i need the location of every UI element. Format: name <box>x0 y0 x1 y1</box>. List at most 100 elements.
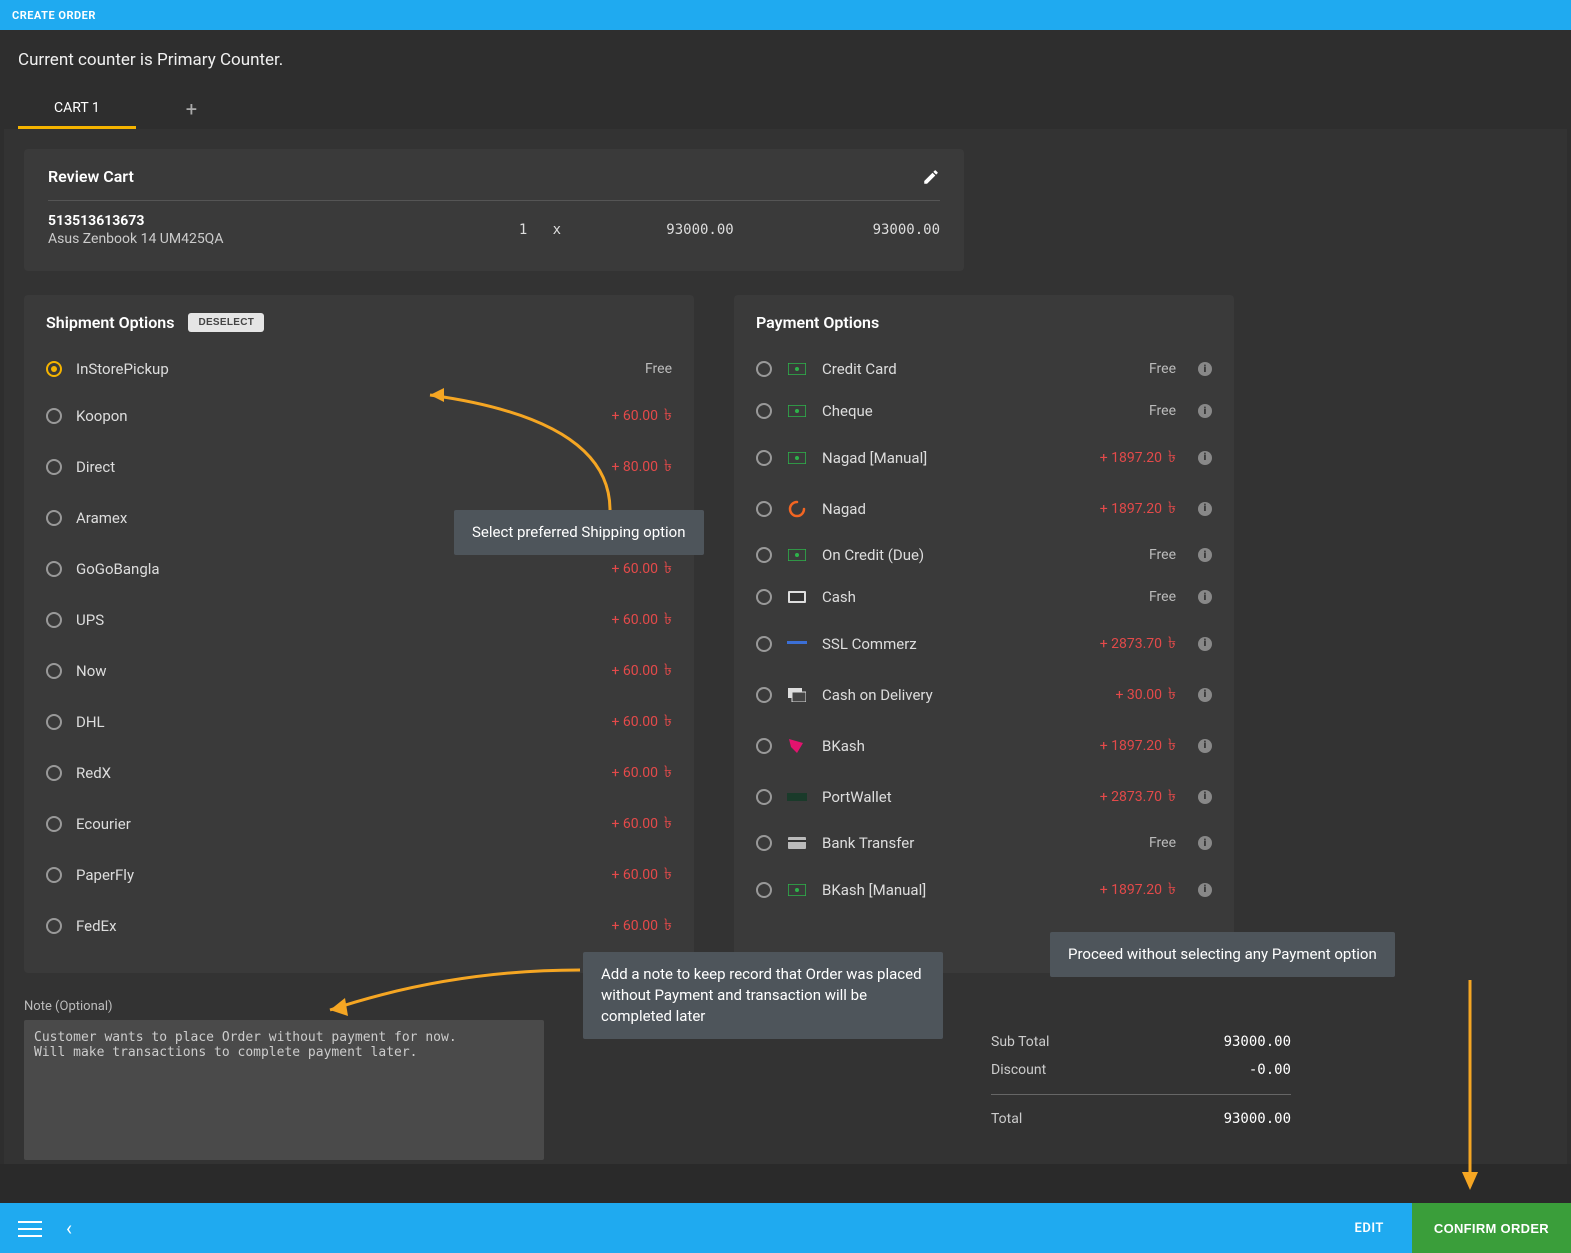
radio-icon[interactable] <box>756 835 772 851</box>
radio-icon[interactable] <box>46 361 62 377</box>
shipment-option[interactable]: Ecourier+ 60.00 ৳ <box>46 798 672 849</box>
cart-line-item: 513513613673 Asus Zenbook 14 UM425QA 1 x… <box>48 213 940 247</box>
counter-info: Current counter is Primary Counter. <box>0 30 1571 88</box>
subtotal-label: Sub Total <box>991 1034 1049 1050</box>
top-bar: CREATE ORDER <box>0 0 1571 30</box>
info-icon[interactable]: i <box>1198 739 1212 753</box>
cart-item-name: Asus Zenbook 14 UM425QA <box>48 231 470 247</box>
shipment-option-label: UPS <box>76 611 597 629</box>
shipment-option[interactable]: Direct+ 80.00 ৳ <box>46 441 672 492</box>
radio-icon[interactable] <box>756 589 772 605</box>
tooltip-confirm: Proceed without selecting any Payment op… <box>1050 932 1395 977</box>
payment-option[interactable]: BKash [Manual] + 1897.20 ৳ i <box>756 864 1212 915</box>
radio-icon[interactable] <box>46 816 62 832</box>
payment-option[interactable]: BKash+ 1897.20 ৳i <box>756 720 1212 771</box>
info-icon[interactable]: i <box>1198 548 1212 562</box>
radio-icon[interactable] <box>756 403 772 419</box>
totals-panel: Sub Total93000.00 Discount-0.00 Total930… <box>991 1028 1291 1133</box>
info-icon[interactable]: i <box>1198 451 1212 465</box>
hamburger-menu-icon[interactable] <box>18 1216 42 1240</box>
shipment-option-label: GoGoBangla <box>76 560 597 578</box>
radio-icon[interactable] <box>756 738 772 754</box>
card-icon <box>786 402 808 420</box>
add-tab-button[interactable]: + <box>186 97 197 121</box>
radio-icon[interactable] <box>46 918 62 934</box>
radio-icon[interactable] <box>46 561 62 577</box>
shipment-option-price: + 80.00 ৳ <box>611 453 672 480</box>
payment-option[interactable]: CashFreei <box>756 576 1212 618</box>
radio-icon[interactable] <box>756 547 772 563</box>
payment-option-price: Free <box>1149 403 1176 419</box>
cash-icon <box>786 588 808 606</box>
shipment-option[interactable]: Koopon+ 60.00 ৳ <box>46 390 672 441</box>
payment-option-price: Free <box>1149 547 1176 563</box>
shipment-option[interactable]: InStorePickupFree <box>46 348 672 390</box>
radio-icon[interactable] <box>756 789 772 805</box>
radio-icon[interactable] <box>46 459 62 475</box>
radio-icon[interactable] <box>756 882 772 898</box>
payment-option[interactable]: ChequeFreei <box>756 390 1212 432</box>
shipment-option[interactable]: DHL+ 60.00 ৳ <box>46 696 672 747</box>
info-icon[interactable]: i <box>1198 836 1212 850</box>
payment-option-label: BKash [Manual] <box>822 881 1086 899</box>
back-chevron-icon[interactable]: ‹ <box>66 1216 72 1240</box>
radio-icon[interactable] <box>756 501 772 517</box>
payment-option-label: Nagad <box>822 500 1086 518</box>
payment-option-label: Cash <box>822 588 1135 606</box>
payment-option[interactable]: Nagad [Manual] + 1897.20 ৳ i <box>756 432 1212 483</box>
discount-value: -0.00 <box>1249 1062 1291 1078</box>
payment-option-price: + 1897.20 ৳ <box>1100 444 1176 471</box>
payment-option-label: On Credit (Due) <box>822 546 1135 564</box>
edit-icon[interactable] <box>922 168 940 186</box>
shipment-option[interactable]: UPS + 60.00 ৳ <box>46 594 672 645</box>
payment-option-price: + 1897.20 ৳ <box>1100 876 1176 903</box>
shipment-option-price: + 60.00 ৳ <box>611 606 672 633</box>
shipment-option[interactable]: PaperFly+ 60.00 ৳ <box>46 849 672 900</box>
radio-icon[interactable] <box>46 612 62 628</box>
payment-option[interactable]: Cash on Delivery+ 30.00 ৳i <box>756 669 1212 720</box>
payment-option[interactable]: On Credit (Due) Free i <box>756 534 1212 576</box>
info-icon[interactable]: i <box>1198 404 1212 418</box>
info-icon[interactable]: i <box>1198 790 1212 804</box>
confirm-order-button[interactable]: CONFIRM ORDER <box>1412 1203 1571 1253</box>
info-icon[interactable]: i <box>1198 362 1212 376</box>
card-icon <box>786 449 808 467</box>
info-icon[interactable]: i <box>1198 502 1212 516</box>
shipment-option-label: Ecourier <box>76 815 597 833</box>
radio-icon[interactable] <box>46 663 62 679</box>
shipment-option[interactable]: RedX+ 60.00 ৳ <box>46 747 672 798</box>
payment-option[interactable]: Credit CardFreei <box>756 348 1212 390</box>
payment-option-price: + 2873.70 ৳ <box>1100 783 1176 810</box>
info-icon[interactable]: i <box>1198 883 1212 897</box>
payment-option[interactable]: PortWallet+ 2873.70 ৳i <box>756 771 1212 822</box>
payment-option[interactable]: Bank TransferFreei <box>756 822 1212 864</box>
radio-icon[interactable] <box>756 450 772 466</box>
radio-icon[interactable] <box>46 408 62 424</box>
tooltip-note: Add a note to keep record that Order was… <box>583 952 943 1039</box>
shipment-option[interactable]: Now+ 60.00 ৳ <box>46 645 672 696</box>
payment-option[interactable]: Nagad+ 1897.20 ৳i <box>756 483 1212 534</box>
info-icon[interactable]: i <box>1198 637 1212 651</box>
info-icon[interactable]: i <box>1198 590 1212 604</box>
radio-icon[interactable] <box>756 687 772 703</box>
subtotal-value: 93000.00 <box>1224 1034 1291 1050</box>
edit-button[interactable]: EDIT <box>1327 1221 1412 1236</box>
radio-icon[interactable] <box>46 714 62 730</box>
radio-icon[interactable] <box>756 636 772 652</box>
payment-option-label: Cash on Delivery <box>822 686 1101 704</box>
deselect-button[interactable]: DESELECT <box>188 313 264 332</box>
total-value: 93000.00 <box>1224 1111 1291 1127</box>
radio-icon[interactable] <box>46 765 62 781</box>
payment-option-label: Nagad [Manual] <box>822 449 1086 467</box>
info-icon[interactable]: i <box>1198 688 1212 702</box>
note-textarea[interactable] <box>24 1020 544 1160</box>
bank-icon <box>786 834 808 852</box>
radio-icon[interactable] <box>46 867 62 883</box>
tab-cart-1[interactable]: CART 1 <box>18 88 136 129</box>
payment-option[interactable]: SSL Commerz+ 2873.70 ৳i <box>756 618 1212 669</box>
card-icon <box>786 360 808 378</box>
radio-icon[interactable] <box>46 510 62 526</box>
cart-item-sku: 513513613673 <box>48 213 470 229</box>
shipment-option[interactable]: FedEx+ 60.00 ৳ <box>46 900 672 951</box>
radio-icon[interactable] <box>756 361 772 377</box>
